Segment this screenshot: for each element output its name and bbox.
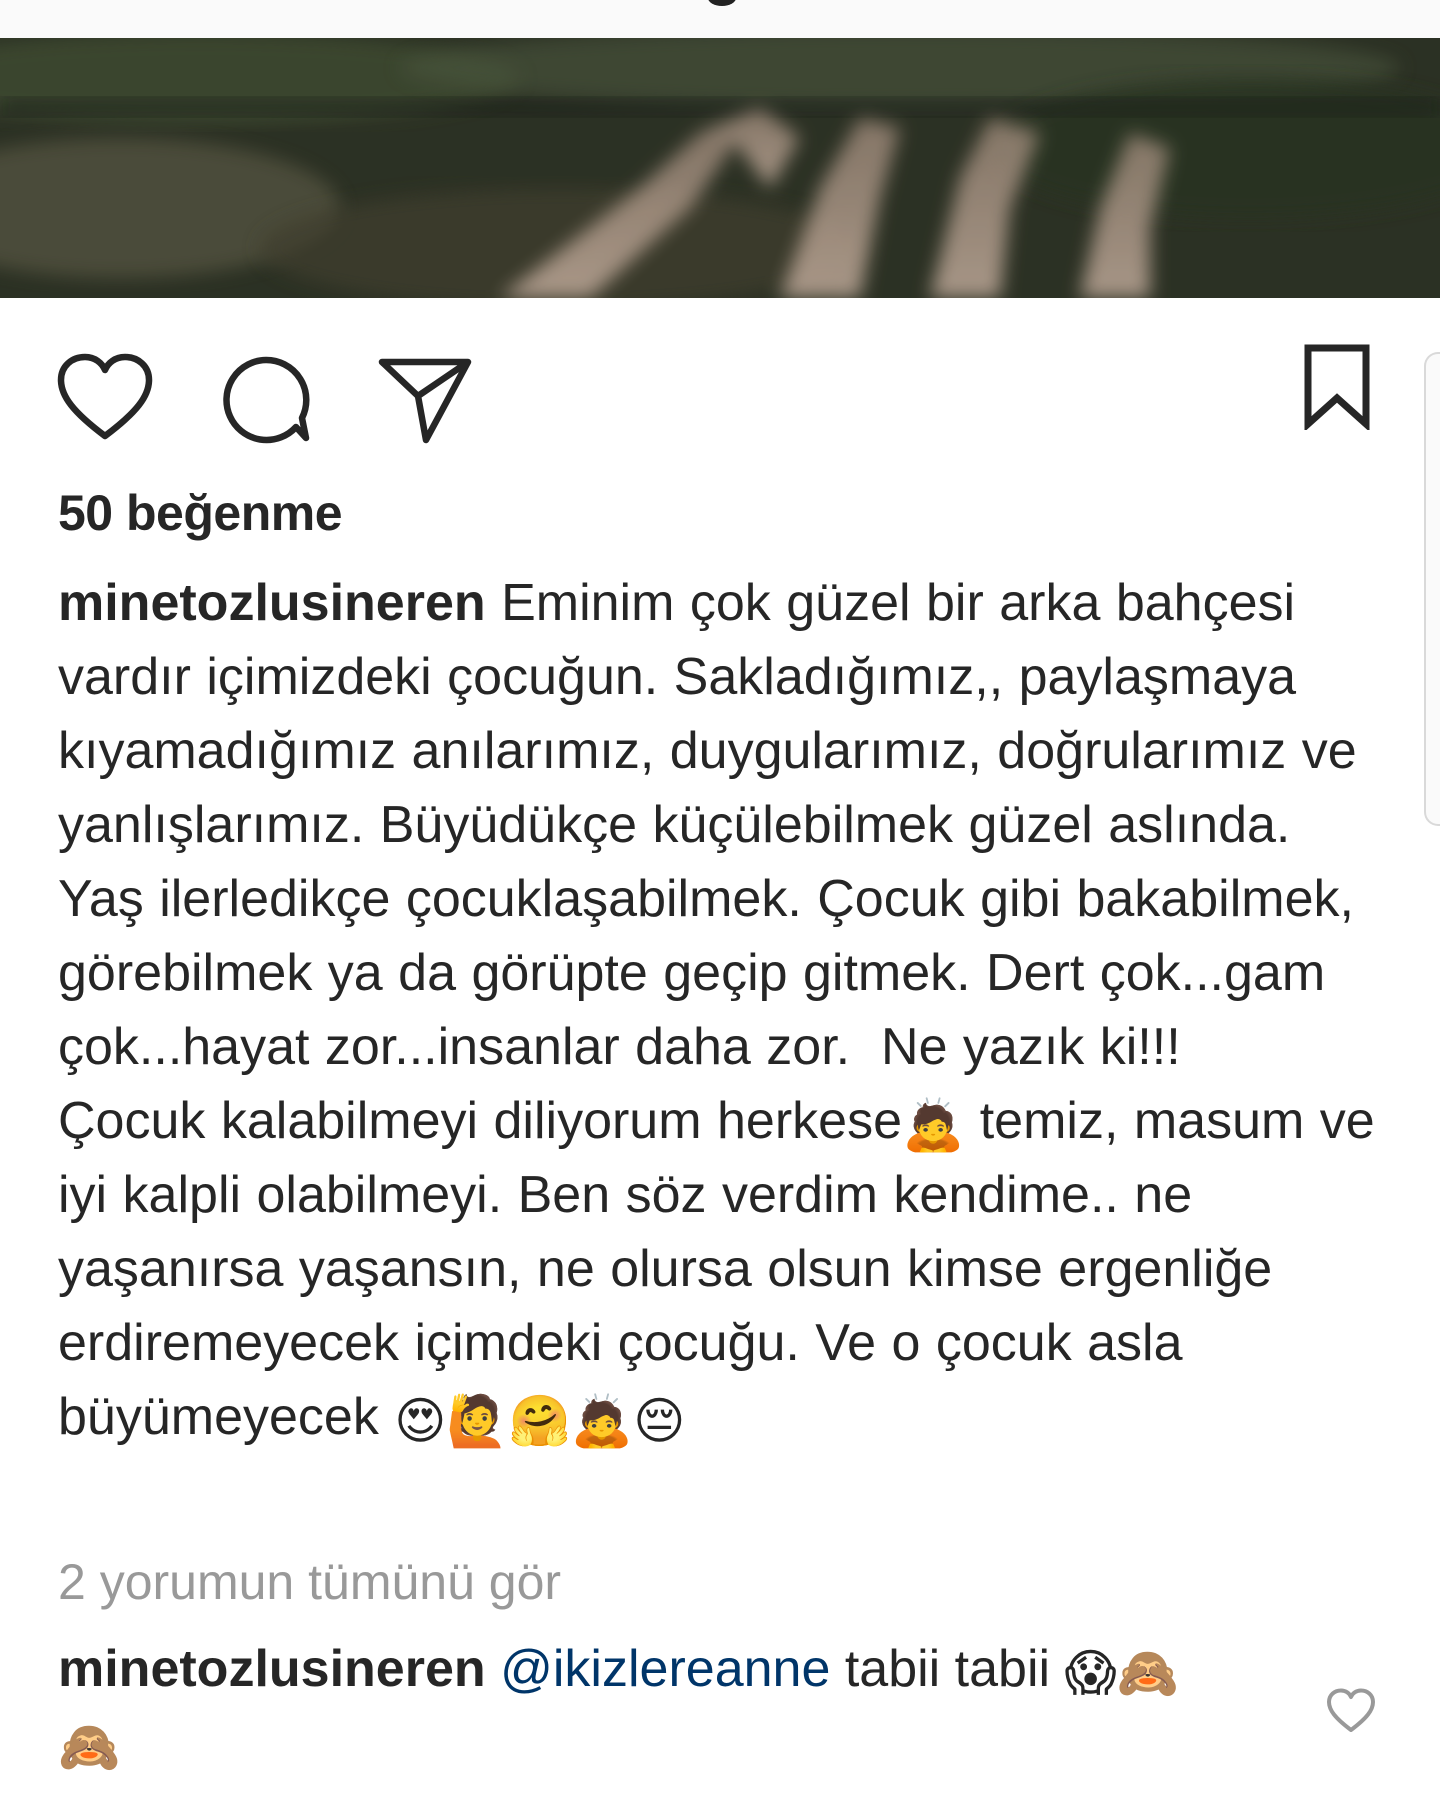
likes-count[interactable]: 50 beğenme [58, 484, 343, 542]
caption-text: Eminim çok güzel bir arka bahçesi vardır… [58, 574, 1357, 1150]
comment-mention[interactable]: @ikizlereanne [500, 1640, 830, 1698]
comment-username[interactable]: minetozlusineren [58, 1640, 486, 1698]
comment-heart-icon[interactable] [1326, 1688, 1376, 1739]
see-no-evil-monkey-icon: 🙈 [58, 1718, 121, 1776]
comment-bubble-icon[interactable] [218, 352, 314, 448]
view-all-comments-link[interactable]: 2 yorumun tümünü gör [58, 1553, 561, 1611]
comment-text: tabii tabii [830, 1640, 1065, 1698]
caption-username[interactable]: minetozlusineren [58, 574, 486, 632]
top-bar [0, 0, 1440, 38]
post-image[interactable] [0, 38, 1440, 298]
caption-end-emojis-icon: 😍🙋🤗🙇😔 [394, 1392, 686, 1450]
heart-icon[interactable] [55, 352, 155, 444]
post-caption: minetozlusineren Eminim çok güzel bir ar… [58, 566, 1388, 1454]
comment-item: minetozlusineren @ikizlereanne tabii tab… [58, 1632, 1298, 1780]
comment-emojis-icon: 😱🙈 [1064, 1644, 1179, 1702]
top-bar-cropped-glyph [708, 0, 736, 6]
paper-plane-icon[interactable] [376, 354, 474, 446]
bookmark-icon[interactable] [1302, 344, 1372, 430]
post-action-bar [0, 340, 1440, 450]
bowing-person-emoji-icon: 🙇 [902, 1096, 965, 1154]
post-image-content [0, 38, 1440, 298]
